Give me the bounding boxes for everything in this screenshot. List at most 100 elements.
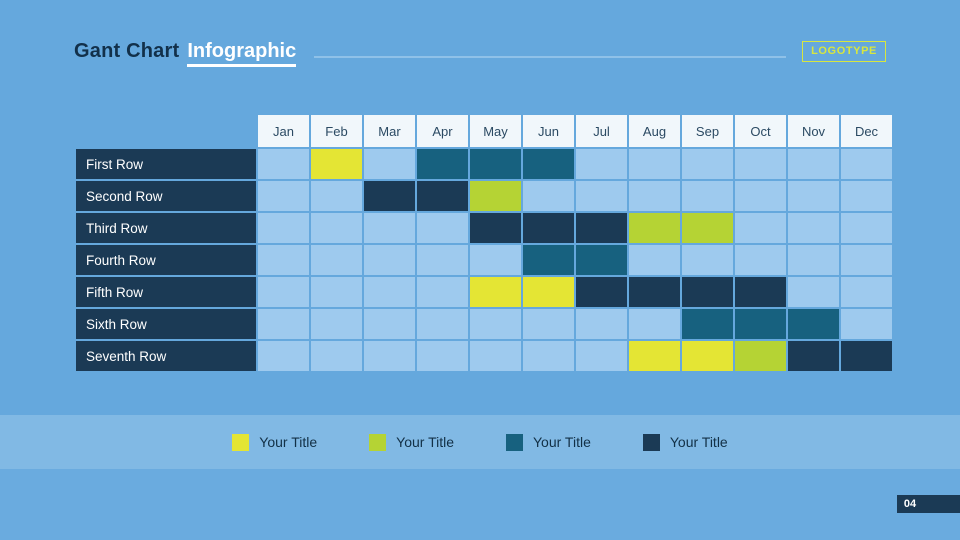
gantt-cell[interactable] xyxy=(311,149,362,179)
gantt-cell[interactable] xyxy=(841,277,892,307)
gantt-cell[interactable] xyxy=(841,181,892,211)
table-row: Second Row xyxy=(76,181,892,211)
gantt-cell[interactable] xyxy=(735,149,786,179)
gantt-cell[interactable] xyxy=(523,309,574,339)
gantt-cell[interactable] xyxy=(364,309,415,339)
row-label: Third Row xyxy=(76,213,256,243)
gantt-cell[interactable] xyxy=(735,277,786,307)
gantt-cell[interactable] xyxy=(788,341,839,371)
gantt-cell[interactable] xyxy=(682,181,733,211)
gantt-cell[interactable] xyxy=(841,213,892,243)
gantt-cell[interactable] xyxy=(258,341,309,371)
gantt-cell[interactable] xyxy=(841,341,892,371)
gantt-cell[interactable] xyxy=(364,149,415,179)
gantt-cell[interactable] xyxy=(311,341,362,371)
gantt-cell[interactable] xyxy=(311,213,362,243)
gantt-cell[interactable] xyxy=(258,277,309,307)
gantt-cell[interactable] xyxy=(258,309,309,339)
gantt-cell[interactable] xyxy=(682,277,733,307)
legend-item-2: Your Title xyxy=(369,433,454,451)
column-header-jul: Jul xyxy=(576,115,627,147)
gantt-cell[interactable] xyxy=(629,181,680,211)
gantt-cell[interactable] xyxy=(682,341,733,371)
gantt-cell[interactable] xyxy=(523,245,574,275)
gantt-cell[interactable] xyxy=(788,149,839,179)
gantt-cell[interactable] xyxy=(682,149,733,179)
gantt-cell[interactable] xyxy=(788,181,839,211)
page-number: 04 xyxy=(897,495,923,513)
gantt-cell[interactable] xyxy=(576,181,627,211)
gantt-cell[interactable] xyxy=(735,181,786,211)
gantt-cell[interactable] xyxy=(523,341,574,371)
gantt-cell[interactable] xyxy=(311,277,362,307)
gantt-cell[interactable] xyxy=(735,245,786,275)
gantt-cell[interactable] xyxy=(364,213,415,243)
gantt-cell[interactable] xyxy=(311,309,362,339)
row-label: First Row xyxy=(76,149,256,179)
gantt-cell[interactable] xyxy=(576,245,627,275)
gantt-cell[interactable] xyxy=(735,213,786,243)
legend-swatch-icon xyxy=(232,433,250,451)
gantt-cell[interactable] xyxy=(841,245,892,275)
gantt-cell[interactable] xyxy=(576,309,627,339)
gantt-cell[interactable] xyxy=(417,341,468,371)
gantt-cell[interactable] xyxy=(417,149,468,179)
gantt-cell[interactable] xyxy=(576,277,627,307)
legend-item-4: Your Title xyxy=(642,433,728,451)
gantt-cell[interactable] xyxy=(258,149,309,179)
column-header-mar: Mar xyxy=(364,115,415,147)
logotype-badge: LOGOTYPE xyxy=(802,41,886,62)
legend-swatch-icon xyxy=(506,433,523,451)
gantt-cell[interactable] xyxy=(311,181,362,211)
gantt-cell[interactable] xyxy=(470,277,521,307)
gantt-cell[interactable] xyxy=(258,245,309,275)
gantt-cell[interactable] xyxy=(470,341,521,371)
gantt-cell[interactable] xyxy=(470,181,521,211)
gantt-cell[interactable] xyxy=(311,245,362,275)
gantt-cell[interactable] xyxy=(417,277,468,307)
gantt-cell[interactable] xyxy=(629,277,680,307)
gantt-cell[interactable] xyxy=(523,149,574,179)
gantt-cell[interactable] xyxy=(417,309,468,339)
gantt-cell[interactable] xyxy=(788,245,839,275)
gantt-cell[interactable] xyxy=(841,149,892,179)
gantt-cell[interactable] xyxy=(470,149,521,179)
gantt-cell[interactable] xyxy=(523,213,574,243)
gantt-cell[interactable] xyxy=(576,341,627,371)
gantt-cell[interactable] xyxy=(788,213,839,243)
row-label: Sixth Row xyxy=(76,309,256,339)
gantt-cell[interactable] xyxy=(629,149,680,179)
gantt-cell[interactable] xyxy=(364,277,415,307)
gantt-cell[interactable] xyxy=(258,213,309,243)
gantt-cell[interactable] xyxy=(629,213,680,243)
gantt-cell[interactable] xyxy=(470,213,521,243)
row-label: Second Row xyxy=(76,181,256,211)
gantt-cell[interactable] xyxy=(523,277,574,307)
gantt-cell[interactable] xyxy=(364,341,415,371)
table-row: Sixth Row xyxy=(76,309,892,339)
gantt-cell[interactable] xyxy=(417,245,468,275)
gantt-cell[interactable] xyxy=(576,149,627,179)
gantt-cell[interactable] xyxy=(258,181,309,211)
gantt-cell[interactable] xyxy=(470,309,521,339)
page-title: Gant Chart Infographic xyxy=(74,40,297,67)
gantt-cell[interactable] xyxy=(417,181,468,211)
gantt-cell[interactable] xyxy=(735,341,786,371)
page-title-accent: Infographic xyxy=(187,40,297,67)
gantt-cell[interactable] xyxy=(470,245,521,275)
gantt-cell[interactable] xyxy=(364,245,415,275)
gantt-cell[interactable] xyxy=(523,181,574,211)
gantt-cell[interactable] xyxy=(629,309,680,339)
gantt-cell[interactable] xyxy=(417,213,468,243)
gantt-cell[interactable] xyxy=(788,309,839,339)
gantt-cell[interactable] xyxy=(576,213,627,243)
gantt-cell[interactable] xyxy=(682,213,733,243)
gantt-cell[interactable] xyxy=(841,309,892,339)
gantt-cell[interactable] xyxy=(364,181,415,211)
gantt-cell[interactable] xyxy=(735,309,786,339)
gantt-cell[interactable] xyxy=(629,245,680,275)
gantt-cell[interactable] xyxy=(629,341,680,371)
gantt-cell[interactable] xyxy=(682,245,733,275)
gantt-cell[interactable] xyxy=(788,277,839,307)
gantt-cell[interactable] xyxy=(682,309,733,339)
